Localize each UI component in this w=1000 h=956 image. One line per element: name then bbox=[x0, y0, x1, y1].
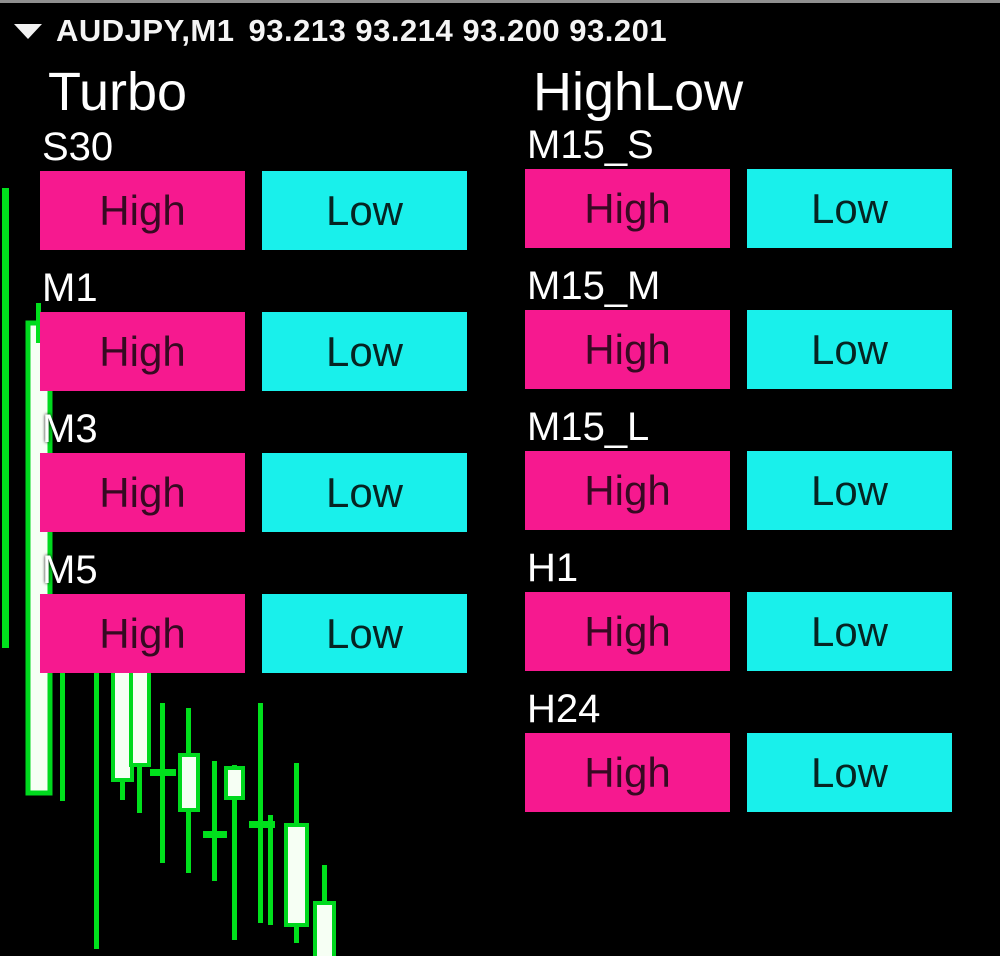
low-button-m1[interactable]: Low bbox=[262, 312, 467, 391]
high-button-m5[interactable]: High bbox=[40, 594, 245, 673]
symbol-header: AUDJPY,M1 93.213 93.214 93.200 93.201 bbox=[0, 11, 667, 51]
high-button-m15-m[interactable]: High bbox=[525, 310, 730, 389]
row-label-m5: M5 bbox=[42, 548, 98, 592]
high-button-m15-s[interactable]: High bbox=[525, 169, 730, 248]
row-m15-m: M15_M High Low bbox=[525, 264, 955, 389]
low-button-m15-l[interactable]: Low bbox=[747, 451, 952, 530]
low-button-h1[interactable]: Low bbox=[747, 592, 952, 671]
low-button-m15-s[interactable]: Low bbox=[747, 169, 952, 248]
trading-panel-window: AUDJPY,M1 93.213 93.214 93.200 93.201 Tu… bbox=[0, 0, 1000, 956]
row-label-h24: H24 bbox=[527, 687, 601, 731]
panel-title-turbo: Turbo bbox=[48, 62, 188, 122]
button-pair-h24: High Low bbox=[525, 733, 955, 812]
low-button-m3[interactable]: Low bbox=[262, 453, 467, 532]
button-pair-s30: High Low bbox=[40, 171, 470, 250]
row-m15-s: M15_S High Low bbox=[525, 123, 955, 248]
row-label-m1: M1 bbox=[42, 266, 98, 310]
button-pair-m15-m: High Low bbox=[525, 310, 955, 389]
low-button-m15-m[interactable]: Low bbox=[747, 310, 952, 389]
row-h1: H1 High Low bbox=[525, 546, 955, 671]
row-label-s30: S30 bbox=[42, 125, 114, 169]
symbol-name: AUDJPY,M1 bbox=[56, 13, 235, 48]
high-button-m1[interactable]: High bbox=[40, 312, 245, 391]
row-label-m15-l: M15_L bbox=[527, 405, 650, 449]
button-pair-m1: High Low bbox=[40, 312, 470, 391]
high-button-m15-l[interactable]: High bbox=[525, 451, 730, 530]
row-label-m15-m: M15_M bbox=[527, 264, 661, 308]
row-h24: H24 High Low bbox=[525, 687, 955, 812]
low-button-s30[interactable]: Low bbox=[262, 171, 467, 250]
high-button-h24[interactable]: High bbox=[525, 733, 730, 812]
panel-title-highlow: HighLow bbox=[533, 62, 744, 122]
row-s30: S30 High Low bbox=[40, 125, 470, 250]
row-label-m3: M3 bbox=[42, 407, 98, 451]
button-pair-m15-s: High Low bbox=[525, 169, 955, 248]
row-m3: M3 High Low bbox=[40, 407, 470, 532]
button-pair-m15-l: High Low bbox=[525, 451, 955, 530]
button-pair-m3: High Low bbox=[40, 453, 470, 532]
row-label-m15-s: M15_S bbox=[527, 123, 654, 167]
high-button-m3[interactable]: High bbox=[40, 453, 245, 532]
row-label-h1: H1 bbox=[527, 546, 579, 590]
chevron-down-icon[interactable] bbox=[14, 23, 42, 39]
button-pair-h1: High Low bbox=[525, 592, 955, 671]
low-button-h24[interactable]: Low bbox=[747, 733, 952, 812]
high-button-s30[interactable]: High bbox=[40, 171, 245, 250]
button-pair-m5: High Low bbox=[40, 594, 470, 673]
low-button-m5[interactable]: Low bbox=[262, 594, 467, 673]
panel-turbo: Turbo S30 High Low M1 High Low M3 High L… bbox=[40, 63, 470, 689]
row-m1: M1 High Low bbox=[40, 266, 470, 391]
symbol-ohlc-values: 93.213 93.214 93.200 93.201 bbox=[248, 13, 668, 48]
row-m15-l: M15_L High Low bbox=[525, 405, 955, 530]
panel-highlow: HighLow M15_S High Low M15_M High Low M1… bbox=[525, 63, 955, 828]
row-m5: M5 High Low bbox=[40, 548, 470, 673]
high-button-h1[interactable]: High bbox=[525, 592, 730, 671]
